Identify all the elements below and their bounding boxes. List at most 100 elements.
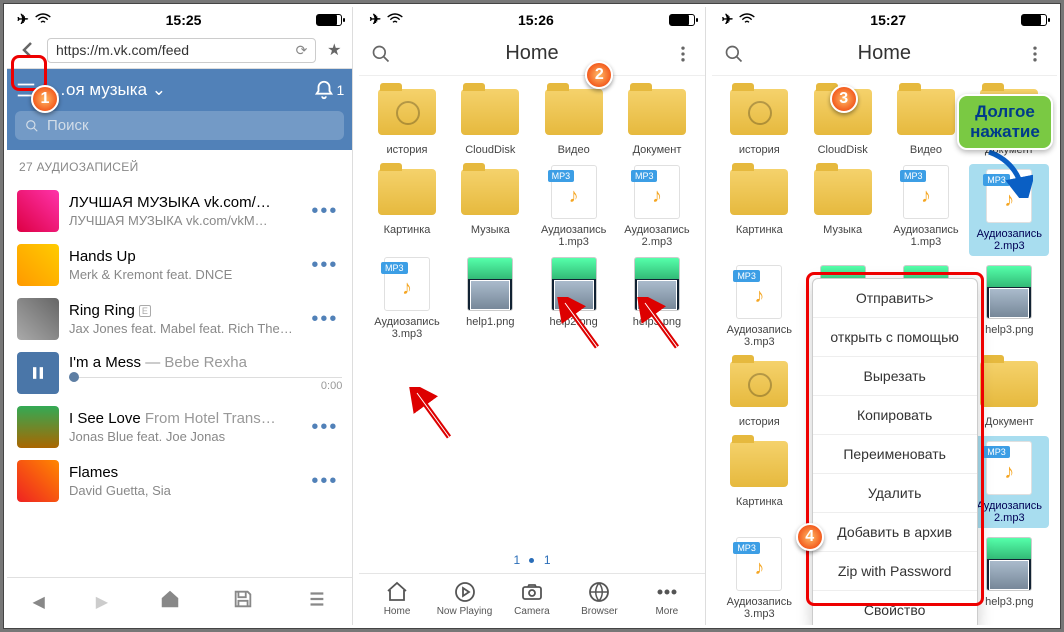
context-menu-item[interactable]: Удалить xyxy=(813,474,977,513)
url-input[interactable]: https://m.vk.com/feed ⟳ xyxy=(47,38,316,63)
file-item[interactable]: help1.png xyxy=(450,256,530,340)
file-label: Аудиозапись 3.mp3 xyxy=(719,596,799,620)
file-item[interactable]: Картинка xyxy=(367,164,447,248)
file-item[interactable]: MP3♪ Аудиозапись 3.mp3 xyxy=(719,536,799,620)
file-item[interactable]: CloudDisk xyxy=(450,84,530,156)
track-more-icon[interactable]: ••• xyxy=(307,308,342,331)
file-label: Документ xyxy=(633,144,682,156)
file-grid: история CloudDisk Видео Документ КартинкаМуз… xyxy=(359,76,704,547)
nav-home-icon[interactable] xyxy=(159,588,181,615)
browser-url-bar: https://m.vk.com/feed ⟳ ★ xyxy=(7,32,352,69)
context-menu-item[interactable]: открыть с помощью xyxy=(813,318,977,357)
file-item[interactable]: help2.png xyxy=(534,256,614,340)
file-item[interactable]: MP3♪Аудиозапись 2.mp3 xyxy=(617,164,697,248)
file-label: Аудиозапись 3.mp3 xyxy=(719,324,799,348)
file-label: Видео xyxy=(910,144,942,156)
image-file-icon xyxy=(634,257,680,311)
nav-list-icon[interactable] xyxy=(305,588,327,615)
tab-now-playing[interactable]: Now Playing xyxy=(437,580,493,617)
tab-browser[interactable]: Browser xyxy=(571,580,627,617)
search-icon[interactable] xyxy=(371,44,391,64)
track-row[interactable]: Ring RingEJax Jones feat. Mabel feat. Ri… xyxy=(7,292,352,346)
clock: 15:26 xyxy=(518,12,554,28)
file-item[interactable]: Музыка xyxy=(803,164,883,256)
file-label: Аудиозапись 1.mp3 xyxy=(886,224,966,248)
file-item[interactable]: история xyxy=(367,84,447,156)
nav-back-icon[interactable]: ◀ xyxy=(32,592,44,612)
file-item[interactable]: MP3♪Аудиозапись 3.mp3 xyxy=(719,264,799,348)
clock: 15:25 xyxy=(166,12,202,28)
track-more-icon[interactable]: ••• xyxy=(307,470,342,493)
file-item[interactable]: MP3♪Аудиозапись 3.mp3 xyxy=(367,256,447,340)
file-label: Аудиозапись 2.mp3 xyxy=(971,228,1047,252)
tab-label: More xyxy=(655,606,678,617)
file-item[interactable]: help3.png xyxy=(969,264,1049,348)
wifi-icon xyxy=(387,12,403,28)
chevron-down-icon: ⌄ xyxy=(152,80,166,99)
track-subtitle: Merk & Kremont feat. DNCE xyxy=(69,267,297,282)
track-more-icon[interactable]: ••• xyxy=(307,416,342,439)
context-menu-item[interactable]: Вырезать xyxy=(813,357,977,396)
context-menu-item[interactable]: Zip with Password xyxy=(813,552,977,591)
mp3-file-icon: MP3♪ xyxy=(551,165,597,219)
context-menu: Отправить>открыть с помощьюВырезатьКопир… xyxy=(812,278,978,625)
tab-label: Now Playing xyxy=(437,606,493,617)
bookmark-star-icon[interactable]: ★ xyxy=(322,40,346,60)
folder-icon xyxy=(730,169,788,215)
tab-more[interactable]: More xyxy=(639,580,695,617)
file-item[interactable]: MP3♪Аудиозапись 2.mp3 xyxy=(969,436,1049,528)
overflow-menu-icon[interactable] xyxy=(1025,44,1045,64)
track-more-icon[interactable]: ••• xyxy=(307,254,342,277)
reload-icon[interactable]: ⟳ xyxy=(296,42,308,59)
file-item[interactable]: help3.png xyxy=(969,536,1049,620)
file-manager-header: Home xyxy=(712,32,1057,76)
image-file-icon xyxy=(551,257,597,311)
file-item[interactable]: Видео xyxy=(886,84,966,156)
context-menu-item[interactable]: Отправить> xyxy=(813,279,977,318)
file-label: help3.png xyxy=(985,324,1033,336)
track-row[interactable]: I'm a Mess — Bebe Rexha0:00 xyxy=(7,346,352,400)
file-item[interactable]: Картинка xyxy=(719,164,799,256)
track-more-icon[interactable]: ••• xyxy=(307,200,342,223)
tab-home[interactable]: Home xyxy=(369,580,425,617)
back-button[interactable] xyxy=(13,36,41,64)
file-item[interactable]: help3.png xyxy=(617,256,697,340)
file-item[interactable]: Музыка xyxy=(450,164,530,248)
mp3-file-icon: MP3♪ xyxy=(903,165,949,219)
file-item[interactable]: Картинка xyxy=(719,436,799,528)
image-file-icon xyxy=(467,257,513,311)
search-input[interactable]: Поиск xyxy=(15,111,344,140)
context-menu-item[interactable]: Переименовать xyxy=(813,435,977,474)
track-row[interactable]: ЛУЧШАЯ МУЗЫКА vk.com/…ЛУЧШАЯ МУЗЫКА vk.c… xyxy=(7,184,352,238)
tab-camera[interactable]: Camera xyxy=(504,580,560,617)
context-menu-item[interactable]: Свойство xyxy=(813,591,977,625)
wifi-icon xyxy=(739,12,755,28)
context-menu-item[interactable]: Добавить в архив xyxy=(813,513,977,552)
file-label: история xyxy=(739,144,780,156)
file-label: Видео xyxy=(558,144,590,156)
album-cover xyxy=(17,406,59,448)
mp3-file-icon: MP3♪ xyxy=(736,537,782,591)
search-icon[interactable] xyxy=(724,44,744,64)
pause-icon[interactable] xyxy=(17,352,59,394)
track-title: Hands Up xyxy=(69,248,297,265)
airplane-icon: ✈ xyxy=(722,11,734,28)
file-item[interactable]: Документ xyxy=(617,84,697,156)
nav-forward-icon[interactable]: ▶ xyxy=(96,592,108,612)
file-item[interactable]: MP3♪ Аудиозапись 1.mp3 xyxy=(886,164,966,256)
annotation-4: 4 xyxy=(796,523,824,551)
bell-icon[interactable]: 1 xyxy=(313,79,345,101)
context-menu-item[interactable]: Копировать xyxy=(813,396,977,435)
file-item[interactable]: Видео xyxy=(534,84,614,156)
nav-save-icon[interactable] xyxy=(232,588,254,615)
track-row[interactable]: I See Love From Hotel Trans…Jonas Blue f… xyxy=(7,400,352,454)
file-item[interactable]: MP3♪Аудиозапись 1.mp3 xyxy=(534,164,614,248)
file-item[interactable]: история xyxy=(719,356,799,428)
file-item[interactable]: история xyxy=(719,84,799,156)
track-row[interactable]: Hands Up Merk & Kremont feat. DNCE ••• xyxy=(7,238,352,292)
overflow-menu-icon[interactable] xyxy=(673,44,693,64)
file-item[interactable]: Документ xyxy=(969,356,1049,428)
album-cover xyxy=(17,190,59,232)
file-label: история xyxy=(387,144,428,156)
track-row[interactable]: FlamesDavid Guetta, Sia••• xyxy=(7,454,352,508)
